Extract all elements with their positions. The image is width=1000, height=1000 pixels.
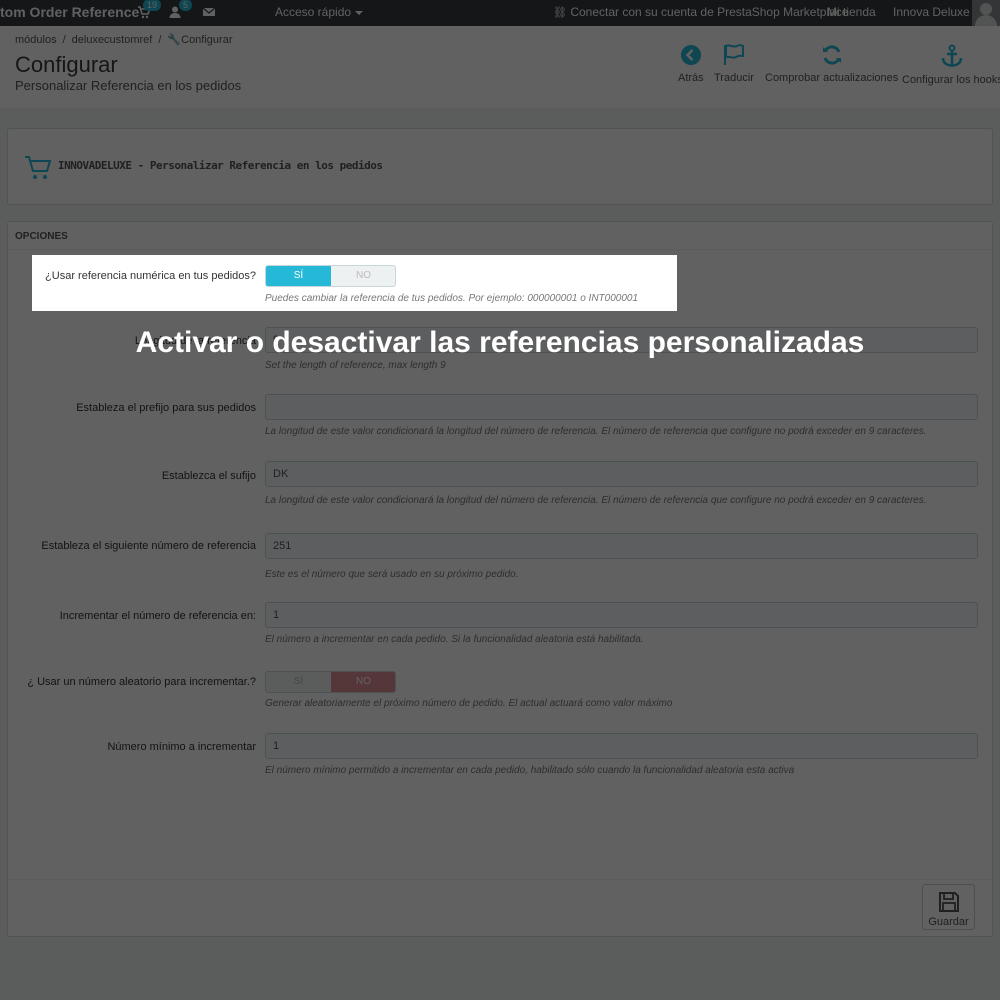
- options-heading: OPCIONES: [8, 222, 992, 250]
- arrow-left-circle-icon: [680, 45, 701, 65]
- brand-title[interactable]: tom Order Reference: [0, 4, 139, 20]
- configure-hooks-button[interactable]: Configurar los hooks: [902, 44, 1000, 86]
- increment-label: Incrementar el número de referencia en:: [59, 610, 256, 622]
- random-label: ¿ Usar un número aleatorio para incremen…: [27, 676, 256, 688]
- breadcrumb: módulos / deluxecustomref / 🔧Configurar: [15, 34, 233, 46]
- anchor-icon: [942, 44, 963, 67]
- suffix-label: Establezca el sufijo: [161, 470, 256, 482]
- envelope-icon[interactable]: [202, 5, 216, 19]
- prefix-label: Estableza el prefijo para sus pedidos: [76, 402, 256, 414]
- quick-access-menu[interactable]: Acceso rápido: [275, 5, 364, 19]
- page-header: módulos / deluxecustomref / 🔧Configurar Conf…: [0, 26, 1000, 108]
- random-help: Generar aleatoriamente el próximo número…: [265, 698, 673, 709]
- back-label: Atrás: [678, 72, 704, 84]
- next-number-help: Este es el número que será usado en su p…: [265, 569, 519, 580]
- min-increment-help: El número mínimo permitido a incrementar…: [265, 765, 795, 776]
- page-subtitle: Personalizar Referencia en los pedidos: [15, 78, 242, 93]
- prefix-input[interactable]: [265, 394, 978, 420]
- floppy-disk-icon: [938, 892, 959, 912]
- increment-help: El número a incrementar en cada pedido. …: [265, 634, 644, 645]
- translate-button[interactable]: Traducir: [714, 44, 754, 84]
- save-label: Guardar: [928, 916, 969, 928]
- min-increment-input[interactable]: 1: [265, 733, 978, 759]
- min-increment-label: Número mínimo a incrementar: [107, 741, 256, 753]
- highlighted-row: ¿Usar referencia numérica en tus pedidos…: [32, 255, 677, 311]
- avatar[interactable]: [972, 0, 1000, 26]
- breadcrumb-modules[interactable]: módulos: [15, 34, 57, 46]
- panel-footer-divider: [8, 879, 992, 880]
- module-panel: INNOVADELUXE - Personalizar Referencia e…: [7, 128, 993, 205]
- increment-input[interactable]: 1: [265, 602, 978, 628]
- page-title: Configurar: [15, 52, 118, 77]
- caption-overlay-text: Activar o desactivar las referencias per…: [135, 326, 865, 359]
- marketplace-link[interactable]: ⛓ Conectar con su cuenta de PrestaShop M…: [553, 5, 848, 19]
- user-name: Innova Deluxe: [893, 5, 970, 19]
- refresh-icon: [822, 45, 841, 65]
- check-updates-label: Comprobar actualizaciones: [765, 72, 899, 84]
- wrench-icon: 🔧: [167, 34, 182, 46]
- prefix-help: La longitud de este valor condicionará l…: [265, 426, 927, 437]
- orders-badge: 19: [143, 0, 162, 11]
- link-icon: ⛓: [553, 7, 567, 19]
- my-store-link[interactable]: Mi tienda: [827, 5, 876, 19]
- breadcrumb-configure: Configurar: [181, 34, 233, 46]
- top-navbar: tom Order Reference 19 5 Acceso rápido ⛓…: [0, 0, 1000, 26]
- module-title: INNOVADELUXE - Personalizar Referencia e…: [58, 159, 383, 172]
- use-numeric-label: ¿Usar referencia numérica en tus pedidos…: [45, 270, 256, 282]
- quick-access-label: Acceso rápido: [275, 5, 352, 19]
- user-menu[interactable]: Innova Deluxe: [893, 5, 982, 19]
- use-numeric-yes-option[interactable]: SÍ: [266, 266, 331, 286]
- cart-icon: [25, 156, 52, 179]
- save-button[interactable]: Guardar: [922, 884, 975, 930]
- use-numeric-switch[interactable]: SÍ NO: [265, 265, 396, 287]
- back-button[interactable]: Atrás: [678, 44, 704, 84]
- marketplace-label: Conectar con su cuenta de PrestaShop Mar…: [570, 5, 849, 19]
- breadcrumb-module[interactable]: deluxecustomref: [72, 34, 153, 46]
- flag-icon: [723, 44, 744, 65]
- customers-badge: 5: [179, 0, 193, 11]
- use-numeric-no-option[interactable]: NO: [331, 266, 395, 286]
- suffix-help: La longitud de este valor condicionará l…: [265, 495, 927, 506]
- random-yes-option[interactable]: SÍ: [266, 672, 331, 692]
- translate-label: Traducir: [714, 72, 754, 84]
- use-numeric-help: Puedes cambiar la referencia de tus pedi…: [265, 293, 639, 304]
- suffix-input[interactable]: DK: [265, 461, 978, 487]
- configure-hooks-label: Configurar los hooks: [902, 74, 1000, 86]
- random-switch[interactable]: SÍ NO: [265, 671, 396, 693]
- next-number-label: Estableza el siguiente número de referen…: [41, 540, 256, 552]
- length-help: Set the length of reference, max length …: [265, 360, 446, 371]
- next-number-input[interactable]: 251: [265, 533, 978, 559]
- check-updates-button[interactable]: Comprobar actualizaciones: [765, 44, 898, 84]
- caret-down-icon: [355, 10, 364, 15]
- random-no-option[interactable]: NO: [331, 672, 395, 692]
